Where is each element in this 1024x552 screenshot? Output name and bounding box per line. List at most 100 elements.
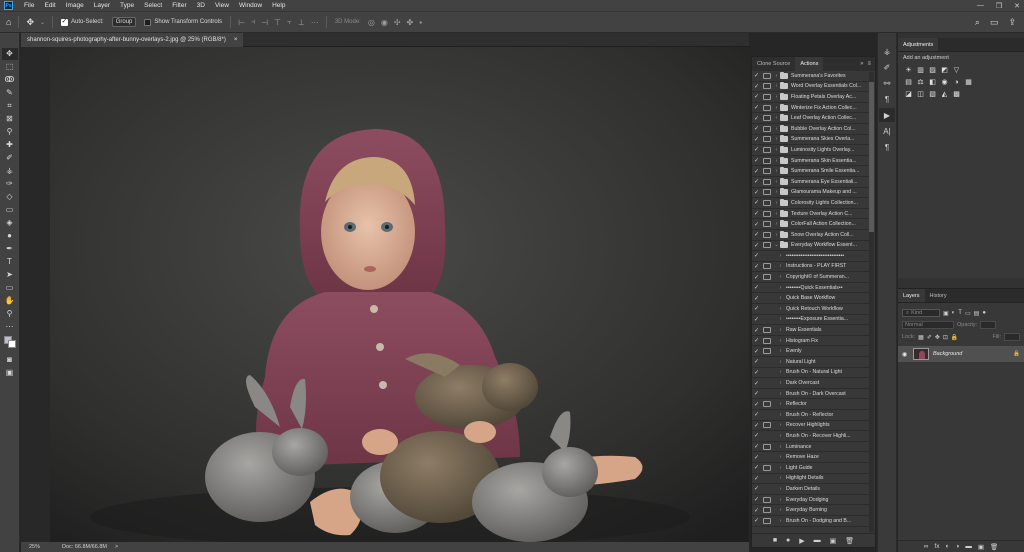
pen-tool-icon[interactable]: ✒ xyxy=(2,243,18,255)
toggle-check-icon[interactable]: ✓ xyxy=(752,496,761,503)
menu-file[interactable]: File xyxy=(24,2,34,9)
menu-3d[interactable]: 3D xyxy=(197,2,205,9)
dialog-toggle-icon[interactable] xyxy=(763,507,771,514)
chevron-right-icon[interactable]: › xyxy=(773,168,780,174)
toggle-check-icon[interactable]: ✓ xyxy=(752,157,761,164)
toggle-check-icon[interactable]: ✓ xyxy=(752,485,761,492)
toggle-check-icon[interactable]: ✓ xyxy=(752,380,761,387)
chevron-right-icon[interactable]: › xyxy=(777,348,784,354)
action-set-row[interactable]: ✓ › Luminosity Lights Overlay... xyxy=(752,145,869,156)
opacity-input[interactable] xyxy=(980,321,997,329)
dialog-toggle-icon[interactable] xyxy=(763,157,771,164)
clone-stamp-tool-icon[interactable]: ⚶ xyxy=(2,165,18,177)
toggle-check-icon[interactable]: ✓ xyxy=(752,252,761,259)
minimize-icon[interactable]: — xyxy=(977,2,984,9)
toggle-check-icon[interactable]: ✓ xyxy=(752,199,761,206)
lasso-tool-icon[interactable]: ↂ xyxy=(2,74,18,86)
chevron-right-icon[interactable]: › xyxy=(777,391,784,397)
chevron-right-icon[interactable]: › xyxy=(773,126,780,132)
brush-tool-icon[interactable]: ✐ xyxy=(2,152,18,164)
chevron-right-icon[interactable]: › xyxy=(777,475,784,481)
selective-color-icon[interactable]: ▩ xyxy=(952,90,961,98)
edit-toolbar-icon[interactable]: ⋯ xyxy=(2,321,18,333)
dialog-toggle-icon[interactable] xyxy=(763,348,771,355)
action-row[interactable]: ✓ › Highlight Details xyxy=(752,474,869,485)
tab-history[interactable]: History xyxy=(925,289,952,302)
dialog-toggle-icon[interactable] xyxy=(763,306,771,312)
action-row[interactable]: ✓ › Evenly xyxy=(752,346,869,358)
dialog-toggle-icon[interactable] xyxy=(763,115,771,122)
toggle-check-icon[interactable]: ✓ xyxy=(752,210,761,217)
fill-input[interactable] xyxy=(1004,333,1020,341)
workspace-icon[interactable]: ▭ xyxy=(990,17,999,28)
action-set-row[interactable]: ✓ › Summerana's Favorites xyxy=(752,71,869,82)
tab-adjustments[interactable]: Adjustments xyxy=(898,38,939,51)
chevron-right-icon[interactable]: › xyxy=(773,105,780,111)
chevron-right-icon[interactable]: › xyxy=(777,454,784,460)
scrollbar-thumb[interactable] xyxy=(869,82,874,232)
chevron-right-icon[interactable]: › xyxy=(773,200,780,206)
marquee-tool-icon[interactable]: ⬚ xyxy=(2,61,18,73)
history-brush-tool-icon[interactable]: ✑ xyxy=(2,178,18,190)
toggle-check-icon[interactable]: ✓ xyxy=(752,178,761,185)
dialog-toggle-icon[interactable] xyxy=(763,199,771,206)
action-row[interactable]: ✓ › Instructions - PLAY FIRST xyxy=(752,262,869,273)
document-tab[interactable]: shannon-squires-photography-after-bunny-… xyxy=(21,33,244,47)
dialog-toggle-icon[interactable] xyxy=(763,168,771,175)
type-tool-icon[interactable]: T xyxy=(2,256,18,268)
action-row[interactable]: ✓ › Natural Light xyxy=(752,357,869,368)
dialog-toggle-icon[interactable] xyxy=(763,327,771,334)
dialog-toggle-icon[interactable] xyxy=(763,231,771,238)
color-swatches[interactable] xyxy=(2,335,18,351)
action-row[interactable]: ✓ › ••••••••Quick Essentials•• xyxy=(752,283,869,294)
toggle-check-icon[interactable]: ✓ xyxy=(752,337,761,344)
new-layer-icon[interactable]: ▣ xyxy=(978,543,984,551)
group-dropdown[interactable]: Group xyxy=(111,17,137,27)
menu-edit[interactable]: Edit xyxy=(44,2,55,9)
lock-all-icon[interactable]: 🔒 xyxy=(951,334,958,341)
rectangle-tool-icon[interactable]: ▭ xyxy=(2,282,18,294)
3d-orbit-icon[interactable]: ◎ xyxy=(368,18,375,27)
chevron-right-icon[interactable]: › xyxy=(773,158,780,164)
chevron-right-icon[interactable]: › xyxy=(777,253,784,259)
action-row[interactable]: ✓ › Brush On - Dodging and B... xyxy=(752,516,869,527)
dialog-toggle-icon[interactable] xyxy=(763,295,771,301)
toggle-check-icon[interactable]: ✓ xyxy=(752,115,761,122)
eye-icon[interactable]: ◉ xyxy=(902,351,909,358)
chevron-right-icon[interactable]: › xyxy=(777,412,784,418)
adjustment-filter-icon[interactable]: ◐ xyxy=(952,310,956,316)
align-top-icon[interactable]: ⊤ xyxy=(274,18,281,27)
clone-source-icon[interactable]: ⚶ xyxy=(879,44,895,58)
toggle-check-icon[interactable]: ✓ xyxy=(752,104,761,111)
auto-select-checkbox[interactable] xyxy=(61,17,69,26)
dialog-toggle-icon[interactable] xyxy=(763,125,771,132)
menu-help[interactable]: Help xyxy=(272,2,285,9)
dialog-toggle-icon[interactable] xyxy=(763,359,771,365)
chevron-right-icon[interactable]: › xyxy=(777,433,784,439)
chevron-right-icon[interactable]: › xyxy=(773,189,780,195)
dialog-toggle-icon[interactable] xyxy=(763,263,771,270)
action-row[interactable]: ✓ › Brush On - Recover Highli... xyxy=(752,431,869,442)
healing-brush-tool-icon[interactable]: ✚ xyxy=(2,139,18,151)
restore-icon[interactable]: ❐ xyxy=(996,2,1002,10)
action-row[interactable]: ✓ › Luminance xyxy=(752,442,869,453)
toggle-check-icon[interactable]: ✓ xyxy=(752,189,761,196)
stop-icon[interactable]: ■ xyxy=(773,537,777,544)
3d-scale-icon[interactable]: ▪ xyxy=(419,18,422,27)
toggle-check-icon[interactable]: ✓ xyxy=(752,348,761,355)
dialog-toggle-icon[interactable] xyxy=(763,433,771,439)
pixel-filter-icon[interactable]: ▣ xyxy=(943,310,949,317)
share-icon[interactable]: ⇪ xyxy=(1008,17,1016,28)
dialog-toggle-icon[interactable] xyxy=(763,242,771,249)
eyedropper-tool-icon[interactable]: ⚲ xyxy=(2,126,18,138)
action-row[interactable]: ✓ › •••••••••••••••••••••••••••••••• xyxy=(752,251,869,262)
action-set-row[interactable]: ✓ › Texture Overlay Action C... xyxy=(752,209,869,220)
hue-saturation-icon[interactable]: ▤ xyxy=(904,78,913,86)
show-transform-checkbox[interactable] xyxy=(144,18,152,26)
dialog-toggle-icon[interactable] xyxy=(763,210,771,217)
action-set-row[interactable]: ✓ › Summerana Smile Essentia... xyxy=(752,166,869,177)
align-left-icon[interactable]: ⊢ xyxy=(238,18,245,27)
chevron-right-icon[interactable]: › xyxy=(777,263,784,269)
toggle-check-icon[interactable]: ✓ xyxy=(752,221,761,228)
align-middle-icon[interactable]: ⫟ xyxy=(287,17,292,27)
